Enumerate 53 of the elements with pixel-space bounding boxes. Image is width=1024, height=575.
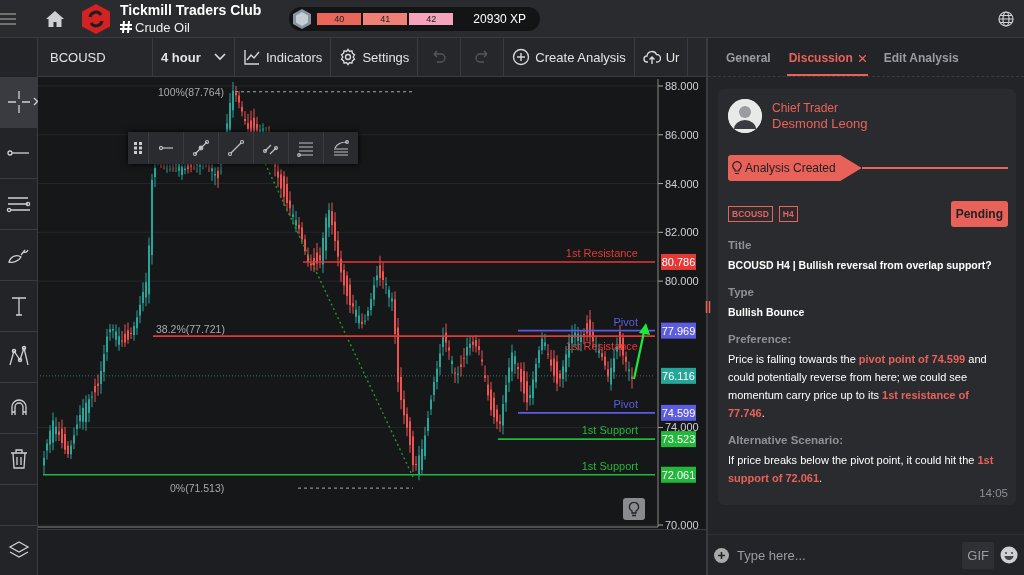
price-tag: 72.061 — [661, 466, 696, 483]
price-tag: 76.116 — [661, 367, 696, 384]
field-value: Bullish Bounce — [728, 305, 806, 320]
field-label: Title — [728, 239, 753, 251]
analysis-tag: BCOUSD — [728, 206, 773, 222]
symbol-field[interactable]: BCOUSD — [38, 38, 153, 76]
author-role: Chief Trader — [772, 100, 840, 116]
message-time: 14:05 — [979, 487, 1008, 499]
fib-level-label: 38.2%(77.721) — [156, 322, 225, 335]
xp-value: 20930 XP — [473, 11, 527, 26]
field-value: BCOUSD H4 | Bullish reversal from overlap support? — [728, 258, 993, 273]
panel-tab[interactable]: Edit Analysis — [881, 51, 961, 76]
interval-dropdown[interactable]: 4 hour — [153, 38, 235, 76]
status-button[interactable]: Pending — [950, 201, 1008, 227]
banner-text: Analysis Created — [745, 161, 836, 175]
settings-button[interactable]: Settings — [331, 38, 419, 76]
level-label: Pivot — [613, 315, 638, 328]
author-name[interactable]: Desmond Leong — [772, 116, 868, 132]
price-axis-label: 80.000 — [665, 275, 699, 288]
price-tag: 80.786 — [661, 253, 696, 270]
indicators-button[interactable]: Indicators — [235, 38, 332, 76]
level-label: Pivot — [613, 397, 638, 410]
price-axis-label: 84.000 — [665, 177, 699, 190]
channel-name: Crude Oil — [135, 18, 190, 36]
fib-level-label: 0%(71.513) — [170, 482, 225, 495]
price-tag: 77.969 — [661, 322, 696, 339]
price-axis-label: 74.000 — [665, 421, 699, 434]
level-label: 1st Support — [581, 424, 638, 437]
create-button[interactable]: Create Analysis — [504, 38, 635, 76]
price-axis-label: 86.000 — [665, 128, 699, 141]
level-segment: 41 — [363, 12, 408, 25]
message-input[interactable]: Type here... — [735, 546, 957, 564]
field-label: Preference: — [728, 333, 793, 345]
upload-button[interactable]: Ur — [634, 38, 689, 76]
gif-button[interactable]: GIF — [962, 541, 994, 569]
app-title: Tickmill Traders Club — [120, 1, 262, 19]
fib-level-label: 100%(87.764) — [158, 85, 224, 98]
price-tag: 74.599 — [661, 404, 696, 421]
field-value: Price is falling towards the pivot point of 74.599 and could potentially reverse from here; we could see momentum carry price up to its 1st resistance of 77.746. — [728, 352, 988, 421]
panel-tab[interactable]: Discussion — [786, 51, 868, 76]
level-label: 1st Resistance — [565, 246, 638, 259]
price-axis-label: 82.000 — [665, 226, 699, 239]
price-axis-label: 70.000 — [665, 519, 699, 529]
field-label: Alternative Scenario: — [728, 434, 845, 446]
field-label: Type — [728, 286, 755, 298]
panel-tab[interactable]: General — [724, 51, 773, 76]
level-segment: 40 — [317, 12, 362, 25]
analysis-tag: H4 — [778, 206, 798, 222]
price-tag: 73.523 — [661, 431, 696, 448]
level-segment: 42 — [409, 12, 454, 25]
level-label: 1st Support — [581, 459, 638, 472]
price-axis-label: 88.000 — [665, 80, 699, 92]
field-value: If price breaks below the pivot point, it could hit the 1st support of 72.061. — [728, 453, 995, 486]
